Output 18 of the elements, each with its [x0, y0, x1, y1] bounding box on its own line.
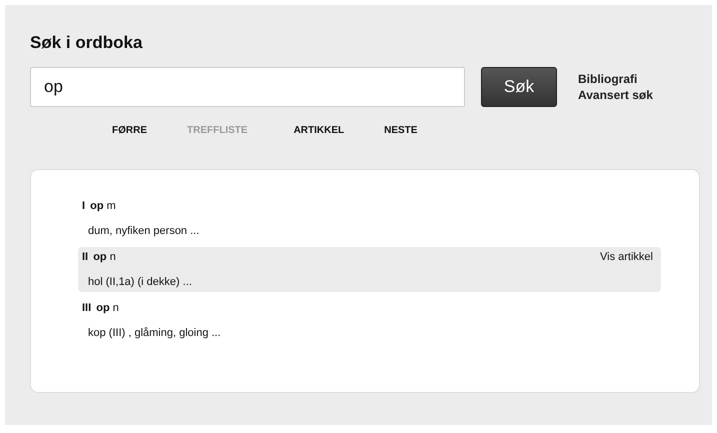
headword: I op m — [82, 200, 116, 212]
headword: III op n — [82, 302, 119, 314]
definition: kop (III) , glåming, gloing ... — [87, 327, 222, 339]
nav-link[interactable]: ARTIKKEL — [294, 125, 344, 136]
result-entry[interactable]: I op m dum, nyfiken person ... — [78, 196, 661, 241]
link[interactable]: Bibliografi — [578, 72, 653, 86]
result-entry[interactable]: II op n Vis artikkel hol (II,1a) (i dekke) ... — [78, 247, 661, 292]
result-entry[interactable]: III op n kop (III) , glåming, gloing ... — [78, 298, 661, 343]
nav-link[interactable]: FØRRE — [112, 125, 147, 136]
definition: dum, nyfiken person ... — [87, 225, 200, 237]
headword: II op n — [82, 251, 116, 263]
link[interactable]: Avansert søk — [578, 88, 653, 102]
search-field[interactable]: op — [30, 67, 465, 107]
nav-link[interactable]: NESTE — [384, 125, 418, 136]
page-title: Søk i ordboka — [30, 33, 144, 54]
search-button[interactable]: Søk — [481, 67, 557, 107]
view-article-link[interactable]: Vis artikkel — [600, 251, 653, 263]
definition: hol (II,1a) (i dekke) ... — [87, 276, 193, 288]
